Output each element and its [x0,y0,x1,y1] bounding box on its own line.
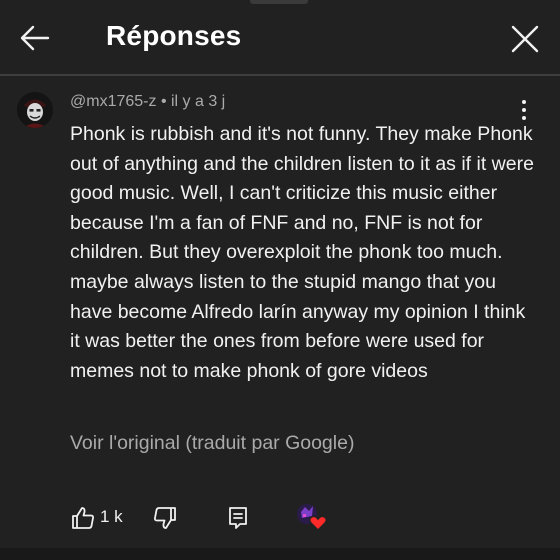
see-original-link[interactable]: Voir l'original (traduit par Google) [70,432,354,455]
avatar[interactable] [17,92,53,128]
dislike-button[interactable] [152,505,178,531]
replies-header: Réponses [0,0,560,74]
comment-meta: @mx1765-z • il y a 3 j [70,93,226,110]
back-button[interactable] [18,22,52,54]
arrow-left-icon [20,25,50,51]
creator-heart [296,502,330,532]
bottom-edge [0,548,560,560]
close-icon [511,25,539,53]
kebab-dot [522,100,526,104]
kebab-dot [522,108,526,112]
avatar-image [17,92,53,128]
reply-comment-icon [229,507,247,529]
like-button[interactable] [70,505,96,531]
close-button[interactable] [508,22,542,56]
creator-heart-icon [297,504,328,532]
thumb-up-icon [72,507,94,529]
thumb-down-icon [154,507,176,529]
header-divider [0,74,560,76]
comment-text: Phonk is rubbish and it's not funny. The… [70,123,534,382]
reply-button[interactable] [226,505,250,531]
page-title: Réponses [106,20,242,51]
like-count: 1 k [100,507,123,526]
